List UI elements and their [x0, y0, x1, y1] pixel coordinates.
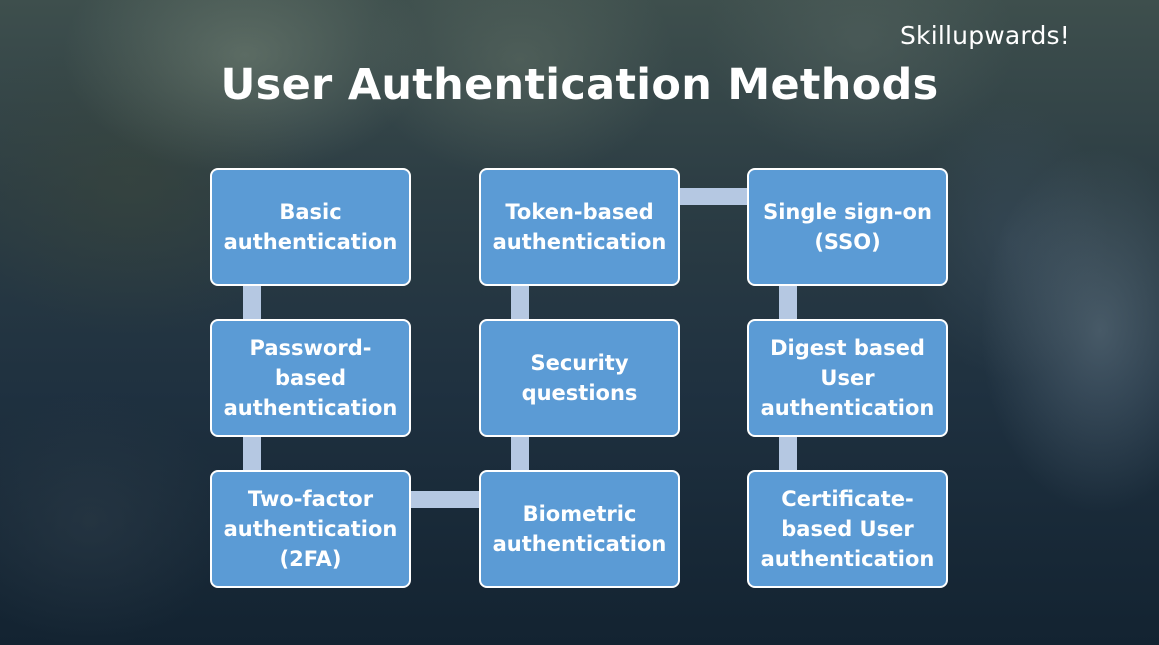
brand-label: Skillupwards! [899, 21, 1070, 50]
node-label: Biometric authentication [492, 502, 667, 556]
node-label: Digest based User authentication [760, 336, 935, 420]
node-label: Token-based authentication [492, 200, 667, 254]
node-label: Two-factor authentication (2FA) [223, 487, 398, 571]
connector-security-token [511, 285, 529, 323]
connector-basic-password [243, 285, 261, 323]
node-label: Basic authentication [223, 200, 398, 254]
connector-2fa-biometric [409, 491, 484, 508]
connector-biometric-security [511, 436, 529, 474]
node-password-based-authentication: Password-based authentication [210, 319, 411, 437]
node-digest-based-authentication: Digest based User authentication [747, 319, 948, 437]
node-label: Certificate-based User authentication [760, 487, 935, 571]
node-biometric-authentication: Biometric authentication [479, 470, 680, 588]
node-label: Security questions [521, 351, 638, 405]
slide: Skillupwards! User Authentication Method… [0, 0, 1159, 645]
node-single-sign-on: Single sign-on (SSO) [747, 168, 948, 286]
node-token-based-authentication: Token-based authentication [479, 168, 680, 286]
node-security-questions: Security questions [479, 319, 680, 437]
node-basic-authentication: Basic authentication [210, 168, 411, 286]
connector-token-sso [678, 188, 752, 205]
node-certificate-based-authentication: Certificate-based User authentication [747, 470, 948, 588]
slide-title: User Authentication Methods [220, 60, 939, 110]
connector-sso-digest [779, 285, 797, 323]
connector-password-2fa [243, 436, 261, 474]
node-label: Password-based authentication [223, 336, 398, 420]
node-label: Single sign-on (SSO) [763, 200, 932, 254]
node-two-factor-authentication: Two-factor authentication (2FA) [210, 470, 411, 588]
connector-digest-certificate [779, 436, 797, 474]
